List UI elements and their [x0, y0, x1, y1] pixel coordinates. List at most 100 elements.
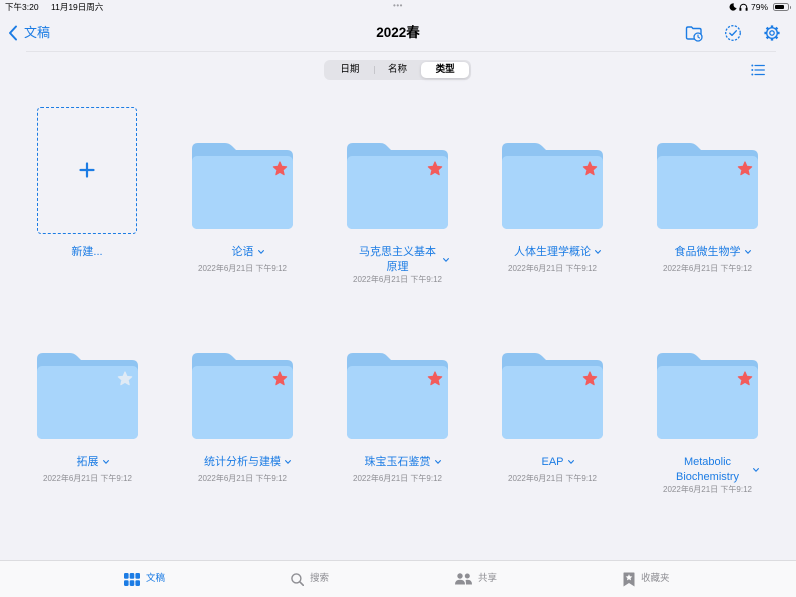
bookmark-star-icon: [623, 572, 635, 586]
folder-meta: 人体生理学概论 2022年6月21日 下午9:12: [475, 245, 630, 274]
folder-title-button[interactable]: 拓展: [77, 455, 109, 470]
folder-title-row: 人体生理学概论: [475, 245, 630, 263]
tab-shared-label: 共享: [478, 573, 498, 584]
plus-icon: [79, 162, 95, 178]
folder-icon[interactable]: [37, 353, 138, 439]
folder-title-button[interactable]: Metabolic Biochemistry: [667, 455, 759, 484]
multitasking-dots[interactable]: •••: [386, 0, 410, 12]
folder-item[interactable]: 论语 2022年6月21日 下午9:12: [165, 143, 320, 293]
folder-item[interactable]: 拓展 2022年6月21日 下午9:12: [10, 353, 165, 503]
folder-meta: Metabolic Biochemistry 2022年6月21日 下午9:12: [630, 455, 785, 495]
star-icon[interactable]: [272, 161, 288, 177]
folder-date: 2022年6月21日 下午9:12: [198, 474, 287, 483]
back-label: 文稿: [24, 25, 51, 40]
folder-name[interactable]: 食品微生物学: [675, 245, 741, 260]
chevron-down-icon[interactable]: [257, 250, 264, 255]
sort-by-type[interactable]: 类型: [421, 62, 470, 78]
chevron-down-icon[interactable]: [567, 460, 574, 465]
folder-name[interactable]: 论语: [232, 245, 254, 260]
chevron-down-icon[interactable]: [442, 257, 449, 262]
folder-meta: EAP 2022年6月21日 下午9:12: [475, 455, 630, 484]
star-icon[interactable]: [117, 371, 133, 387]
people-icon: [455, 573, 472, 585]
folder-title-button[interactable]: 珠宝玉石鉴赏: [365, 455, 441, 470]
star-icon[interactable]: [582, 161, 598, 177]
chevron-down-icon[interactable]: [285, 460, 291, 465]
chevron-down-icon[interactable]: [102, 460, 109, 465]
tab-shared[interactable]: 共享: [455, 571, 497, 587]
folder-title-button[interactable]: 食品微生物学: [675, 245, 751, 260]
folder-title-row: 珠宝玉石鉴赏: [320, 455, 475, 473]
back-button[interactable]: 文稿: [8, 25, 50, 41]
moon-icon: [729, 3, 737, 11]
folder-item[interactable]: 马克思主义基本原理 2022年6月21日 下午9:12: [320, 143, 475, 293]
list-icon[interactable]: [751, 64, 765, 76]
new-document-label[interactable]: 新建...: [37, 245, 137, 260]
folder-title-button[interactable]: 人体生理学概论: [514, 245, 601, 260]
folder-date: 2022年6月21日 下午9:12: [43, 474, 132, 483]
chevron-down-icon[interactable]: [752, 467, 759, 472]
nav-divider: [26, 51, 776, 52]
folder-item[interactable]: Metabolic Biochemistry 2022年6月21日 下午9:12: [630, 353, 785, 503]
battery-icon: [773, 3, 791, 11]
folder-item[interactable]: 食品微生物学 2022年6月21日 下午9:12: [630, 143, 785, 293]
chevron-down-icon[interactable]: [595, 250, 601, 255]
folder-icon[interactable]: [657, 353, 758, 439]
gear-icon[interactable]: [763, 24, 781, 42]
headphones-icon: [739, 3, 748, 11]
folder-meta: 马克思主义基本原理 2022年6月21日 下午9:12: [320, 245, 475, 285]
sort-by-date[interactable]: 日期: [326, 62, 374, 78]
star-icon[interactable]: [272, 371, 288, 387]
select-check-icon[interactable]: [724, 24, 742, 42]
folder-title-button[interactable]: 论语: [232, 245, 264, 260]
folder-title-row: 食品微生物学: [630, 245, 785, 263]
folder-item[interactable]: EAP 2022年6月21日 下午9:12: [475, 353, 630, 503]
folder-meta: 食品微生物学 2022年6月21日 下午9:12: [630, 245, 785, 274]
folder-icon[interactable]: [502, 143, 603, 229]
folder-date: 2022年6月21日 下午9:12: [663, 264, 752, 273]
folder-name[interactable]: EAP: [541, 455, 563, 470]
folder-title-row: 拓展: [10, 455, 165, 473]
folder-clock-icon[interactable]: [685, 24, 703, 42]
folder-icon[interactable]: [192, 143, 293, 229]
star-icon[interactable]: [427, 371, 443, 387]
folder-name[interactable]: 马克思主义基本原理: [357, 245, 439, 274]
star-icon[interactable]: [582, 371, 598, 387]
folder-name[interactable]: 人体生理学概论: [514, 245, 591, 260]
tab-search[interactable]: 搜索: [291, 571, 329, 587]
status-time: 下午3:20: [5, 2, 39, 12]
tab-favorites[interactable]: 收藏夹: [623, 571, 670, 587]
folder-name[interactable]: 拓展: [77, 455, 99, 470]
folder-name[interactable]: Metabolic Biochemistry: [667, 455, 749, 484]
folder-icon[interactable]: [192, 353, 293, 439]
folder-icon[interactable]: [347, 143, 448, 229]
star-icon[interactable]: [427, 161, 443, 177]
folder-item[interactable]: 珠宝玉石鉴赏 2022年6月21日 下午9:12: [320, 353, 475, 503]
folder-title-button[interactable]: EAP: [541, 455, 574, 470]
folder-title-button[interactable]: 马克思主义基本原理: [357, 245, 449, 274]
sort-segmented-control: 日期 名称 类型: [324, 60, 471, 80]
folder-name[interactable]: 统计分析与建模: [204, 455, 281, 470]
folder-item[interactable]: 统计分析与建模 2022年6月21日 下午9:12: [165, 353, 320, 503]
page-title: 2022春: [376, 25, 420, 40]
folder-meta: 拓展 2022年6月21日 下午9:12: [10, 455, 165, 484]
folder-item[interactable]: 人体生理学概论 2022年6月21日 下午9:12: [475, 143, 630, 293]
sort-by-name[interactable]: 名称: [373, 62, 422, 78]
star-icon[interactable]: [737, 371, 753, 387]
folder-meta: 珠宝玉石鉴赏 2022年6月21日 下午9:12: [320, 455, 475, 484]
grid-icon: [124, 572, 140, 586]
folder-icon[interactable]: [657, 143, 758, 229]
folder-date: 2022年6月21日 下午9:12: [198, 264, 287, 273]
folder-icon[interactable]: [347, 353, 448, 439]
folder-title-row: EAP: [475, 455, 630, 473]
tab-documents[interactable]: 文稿: [124, 571, 165, 587]
chevron-down-icon[interactable]: [744, 250, 751, 255]
star-icon[interactable]: [737, 161, 753, 177]
chevron-down-icon[interactable]: [434, 460, 441, 465]
folder-title-row: 统计分析与建模: [165, 455, 320, 473]
folder-name[interactable]: 珠宝玉石鉴赏: [365, 455, 431, 470]
folder-meta: 统计分析与建模 2022年6月21日 下午9:12: [165, 455, 320, 484]
folder-icon[interactable]: [502, 353, 603, 439]
new-document-button[interactable]: [37, 107, 137, 234]
folder-title-button[interactable]: 统计分析与建模: [204, 455, 291, 470]
